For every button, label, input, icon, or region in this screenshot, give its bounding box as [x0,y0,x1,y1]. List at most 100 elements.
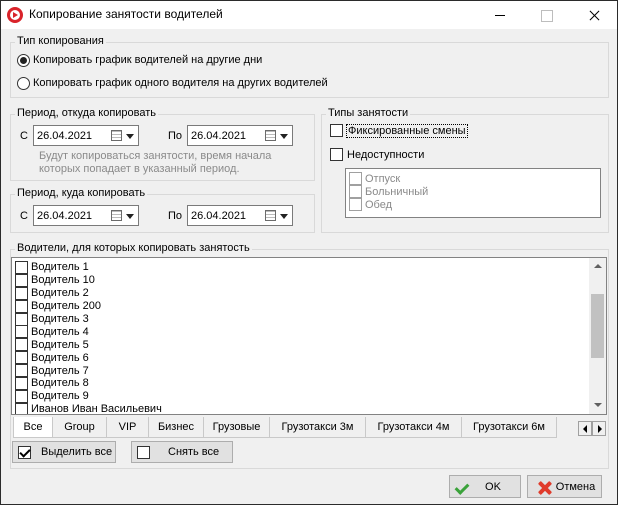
chevron-down-icon[interactable] [280,214,288,219]
chevron-down-icon[interactable] [126,134,134,139]
driver-group-tabs: Все Group VIP Бизнес Грузовые Грузотакси… [13,417,557,438]
checkbox[interactable] [15,389,28,403]
period-hint-line1: Будут копироваться занятости, время нача… [39,150,272,162]
minimize-icon[interactable] [477,1,523,29]
driver-label: Водитель 200 [31,300,102,313]
driver-label: Водитель 7 [31,364,89,377]
calendar-icon[interactable] [265,210,276,221]
tab-label: Грузотакси 6м [473,421,545,433]
list-item[interactable]: Больничный [349,185,428,198]
tab-cargo-taxi-6m[interactable]: Грузотакси 6м [461,417,557,438]
to-date-label: По [168,210,183,222]
scroll-down-icon[interactable] [589,397,606,414]
calendar-icon[interactable] [265,130,276,141]
checkbox[interactable] [15,376,28,390]
list-item[interactable]: Водитель 8 [15,376,162,390]
calendar-icon[interactable] [111,210,122,221]
date-value: 26.04.2021 [37,130,93,142]
tab-business[interactable]: Бизнес [148,417,204,438]
calendar-icon[interactable] [111,130,122,141]
checkbox-unavailability[interactable]: Недоступности [330,148,424,161]
checkbox-fixed-shifts[interactable]: Фиксированные смены [330,123,468,138]
list-item[interactable]: Водитель 2 [15,286,162,300]
tab-label: Бизнес [157,421,195,433]
checkbox[interactable] [330,124,343,137]
tab-label: Грузотакси 4м [377,421,450,433]
list-item[interactable]: Отпуск [349,172,428,185]
chevron-down-icon[interactable] [126,214,134,219]
checkbox[interactable] [15,402,28,414]
tabs-scroll-left-icon[interactable] [578,421,592,436]
checkbox[interactable] [15,364,28,378]
chevron-down-icon[interactable] [280,134,288,139]
radio-button[interactable] [17,76,30,90]
checkbox[interactable] [349,185,362,198]
date-value: 26.04.2021 [37,210,93,222]
tab-vip[interactable]: VIP [106,417,149,438]
select-all-button[interactable]: Выделить все [12,441,116,463]
date-value: 26.04.2021 [191,130,247,142]
checkmark-icon [454,480,470,495]
driver-label: Водитель 6 [31,351,89,364]
tab-trucks[interactable]: Грузовые [203,417,270,438]
tab-cargo-taxi-4m[interactable]: Грузотакси 4м [365,417,462,438]
checkbox[interactable] [15,312,28,326]
checkbox[interactable] [15,299,28,313]
ok-button[interactable]: OK [449,475,521,498]
list-item[interactable]: Водитель 1 [15,260,162,274]
driver-label: Водитель 5 [31,338,89,351]
radio-label-other-days: Копировать график водителей на другие дн… [33,54,263,66]
unavailability-label: Недоступности [347,148,425,161]
fixed-shifts-label: Фиксированные смены [346,123,468,138]
close-icon[interactable] [571,1,617,29]
driver-label: Водитель 4 [31,325,89,338]
select-all-label: Выделить все [41,446,113,458]
period-from-start-date[interactable]: 26.04.2021 [33,125,139,146]
checkbox[interactable] [15,260,28,274]
checkbox[interactable] [15,273,28,287]
sick-leave-label: Больничный [365,185,429,198]
cancel-button[interactable]: Отмена [527,475,602,498]
copy-type-group: Тип копирования Копировать график водите… [10,35,609,98]
radio-button-selected[interactable] [17,53,30,67]
tabs-scroll-right-icon[interactable] [592,421,606,436]
checkbox[interactable] [15,325,28,339]
tab-cargo-taxi-3m[interactable]: Грузотакси 3м [269,417,366,438]
driver-label: Водитель 2 [31,287,89,300]
occupancy-types-group: Типы занятости Фиксированные смены Недос… [321,107,609,233]
list-item[interactable]: Водитель 6 [15,351,162,365]
list-item[interactable]: Обед [349,198,428,211]
checkbox[interactable] [349,198,362,211]
title-bar: Копирование занятости водителей [1,1,617,29]
checked-box-icon [18,445,31,459]
deselect-all-button[interactable]: Снять все [131,441,233,463]
list-item[interactable]: Водитель 4 [15,325,162,339]
tab-group[interactable]: Group [52,417,107,438]
scroll-up-icon[interactable] [589,258,606,275]
radio-copy-to-other-drivers[interactable]: Копировать график одного водителя на дру… [17,75,328,91]
period-to-end-date[interactable]: 26.04.2021 [187,205,293,226]
checkbox[interactable] [330,148,343,161]
radio-copy-to-other-days[interactable]: Копировать график водителей на другие дн… [17,52,262,68]
date-value: 26.04.2021 [191,210,247,222]
tab-all[interactable]: Все [13,417,53,438]
period-from-end-date[interactable]: 26.04.2021 [187,125,293,146]
list-item[interactable]: Водитель 9 [15,389,162,403]
from-date-label: С [20,130,28,142]
checkbox[interactable] [15,286,28,300]
list-item[interactable]: Водитель 200 [15,299,162,313]
list-item[interactable]: Иванов Иван Васильевич [15,402,162,414]
list-item[interactable]: Водитель 3 [15,312,162,326]
copy-type-title: Тип копирования [15,35,106,47]
checkbox[interactable] [15,338,28,352]
list-item[interactable]: Водитель 5 [15,338,162,352]
maximize-icon [523,1,569,29]
checkbox[interactable] [15,351,28,365]
checkbox[interactable] [349,172,362,185]
period-to-start-date[interactable]: 26.04.2021 [33,205,139,226]
list-item[interactable]: Водитель 10 [15,273,162,287]
vertical-scrollbar[interactable] [589,258,606,414]
scroll-thumb[interactable] [591,294,604,358]
list-item[interactable]: Водитель 7 [15,364,162,378]
drivers-list[interactable]: Водитель 1 Водитель 10 Водитель 2 Водите… [11,257,607,415]
